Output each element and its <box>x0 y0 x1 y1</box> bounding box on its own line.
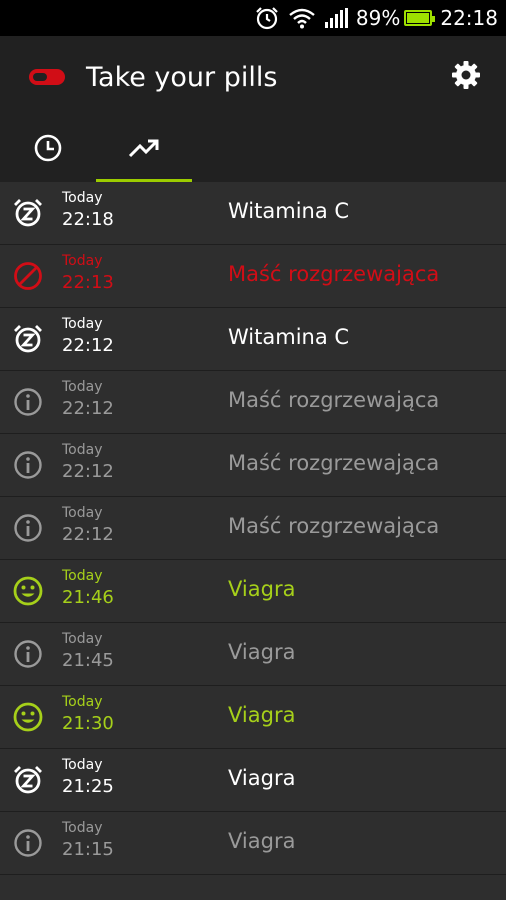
entry-day: Today <box>62 757 103 773</box>
smiley-icon <box>11 700 45 734</box>
alarm-snooze-icon <box>11 196 45 230</box>
tab-history[interactable] <box>96 118 192 182</box>
info-icon <box>11 385 45 419</box>
medicine-name: Witamina C <box>228 325 350 349</box>
battery-icon <box>404 10 436 26</box>
history-row[interactable]: Today 22:13 Maść rozgrzewająca <box>0 245 506 308</box>
wifi-icon <box>288 7 316 29</box>
entry-clock: 22:12 <box>62 398 114 419</box>
entry-clock: 22:13 <box>62 272 114 293</box>
entry-day: Today <box>62 694 103 710</box>
entry-day: Today <box>62 505 103 521</box>
entry-time: Today 22:12 <box>62 316 114 357</box>
medicine-name: Maść rozgrzewająca <box>228 514 440 538</box>
block-icon <box>11 259 45 293</box>
entry-clock: 22:12 <box>62 461 114 482</box>
entry-day: Today <box>62 631 103 647</box>
entry-day: Today <box>62 820 103 836</box>
clock-icon <box>33 133 63 167</box>
trending-up-icon <box>128 136 160 164</box>
entry-time: Today 22:13 <box>62 253 114 294</box>
medicine-name: Viagra <box>228 640 296 664</box>
medicine-name: Maść rozgrzewająca <box>228 262 440 286</box>
entry-time: Today 21:15 <box>62 820 114 861</box>
alarm-icon <box>254 5 280 31</box>
entry-day: Today <box>62 253 103 269</box>
medicine-name: Maść rozgrzewająca <box>228 388 440 412</box>
entry-clock: 21:30 <box>62 713 114 734</box>
info-icon <box>11 448 45 482</box>
info-icon <box>11 511 45 545</box>
page-title: Take your pills <box>86 61 278 93</box>
history-row[interactable]: Today 21:15 Viagra <box>0 812 506 875</box>
medicine-name: Viagra <box>228 577 296 601</box>
entry-time: Today 22:12 <box>62 379 114 420</box>
history-list: Today 22:18 Witamina C Today 22:13 Maść … <box>0 182 506 875</box>
entry-clock: 21:15 <box>62 839 114 860</box>
entry-clock: 22:12 <box>62 335 114 356</box>
history-row[interactable]: Today 21:45 Viagra <box>0 623 506 686</box>
entry-clock: 21:46 <box>62 587 114 608</box>
alarm-snooze-icon <box>11 322 45 356</box>
history-row[interactable]: Today 22:18 Witamina C <box>0 182 506 245</box>
entry-time: Today 22:18 <box>62 190 114 231</box>
medicine-name: Viagra <box>228 703 296 727</box>
history-row[interactable]: Today 22:12 Witamina C <box>0 308 506 371</box>
history-row[interactable]: Today 21:25 Viagra <box>0 749 506 812</box>
entry-day: Today <box>62 568 103 584</box>
status-time: 22:18 <box>440 6 498 30</box>
settings-button[interactable] <box>446 57 486 97</box>
entry-time: Today 21:46 <box>62 568 114 609</box>
status-bar: 89% 22:18 <box>0 0 506 36</box>
history-row[interactable]: Today 21:30 Viagra <box>0 686 506 749</box>
app-bar: Take your pills <box>0 36 506 118</box>
info-icon <box>11 637 45 671</box>
smiley-icon <box>11 574 45 608</box>
entry-day: Today <box>62 379 103 395</box>
history-row[interactable]: Today 22:12 Maść rozgrzewająca <box>0 497 506 560</box>
medicine-name: Maść rozgrzewająca <box>228 451 440 475</box>
history-row[interactable]: Today 21:46 Viagra <box>0 560 506 623</box>
entry-clock: 22:12 <box>62 524 114 545</box>
medicine-name: Witamina C <box>228 199 350 223</box>
pill-icon <box>28 67 66 87</box>
entry-clock: 21:25 <box>62 776 114 797</box>
gear-icon <box>451 60 481 94</box>
entry-day: Today <box>62 316 103 332</box>
signal-icon <box>324 8 348 28</box>
entry-clock: 22:18 <box>62 209 114 230</box>
tab-bar <box>0 118 506 182</box>
entry-time: Today 22:12 <box>62 505 114 546</box>
entry-time: Today 22:12 <box>62 442 114 483</box>
history-row[interactable]: Today 22:12 Maść rozgrzewająca <box>0 371 506 434</box>
tab-reminders[interactable] <box>0 118 96 182</box>
history-row[interactable]: Today 22:12 Maść rozgrzewająca <box>0 434 506 497</box>
medicine-name: Viagra <box>228 829 296 853</box>
alarm-snooze-icon <box>11 763 45 797</box>
info-icon <box>11 826 45 860</box>
battery-status: 89% <box>355 6 436 30</box>
battery-percent: 89% <box>355 6 401 30</box>
entry-day: Today <box>62 442 103 458</box>
entry-day: Today <box>62 190 103 206</box>
entry-time: Today 21:25 <box>62 757 114 798</box>
medicine-name: Viagra <box>228 766 296 790</box>
entry-time: Today 21:45 <box>62 631 114 672</box>
entry-clock: 21:45 <box>62 650 114 671</box>
entry-time: Today 21:30 <box>62 694 114 735</box>
